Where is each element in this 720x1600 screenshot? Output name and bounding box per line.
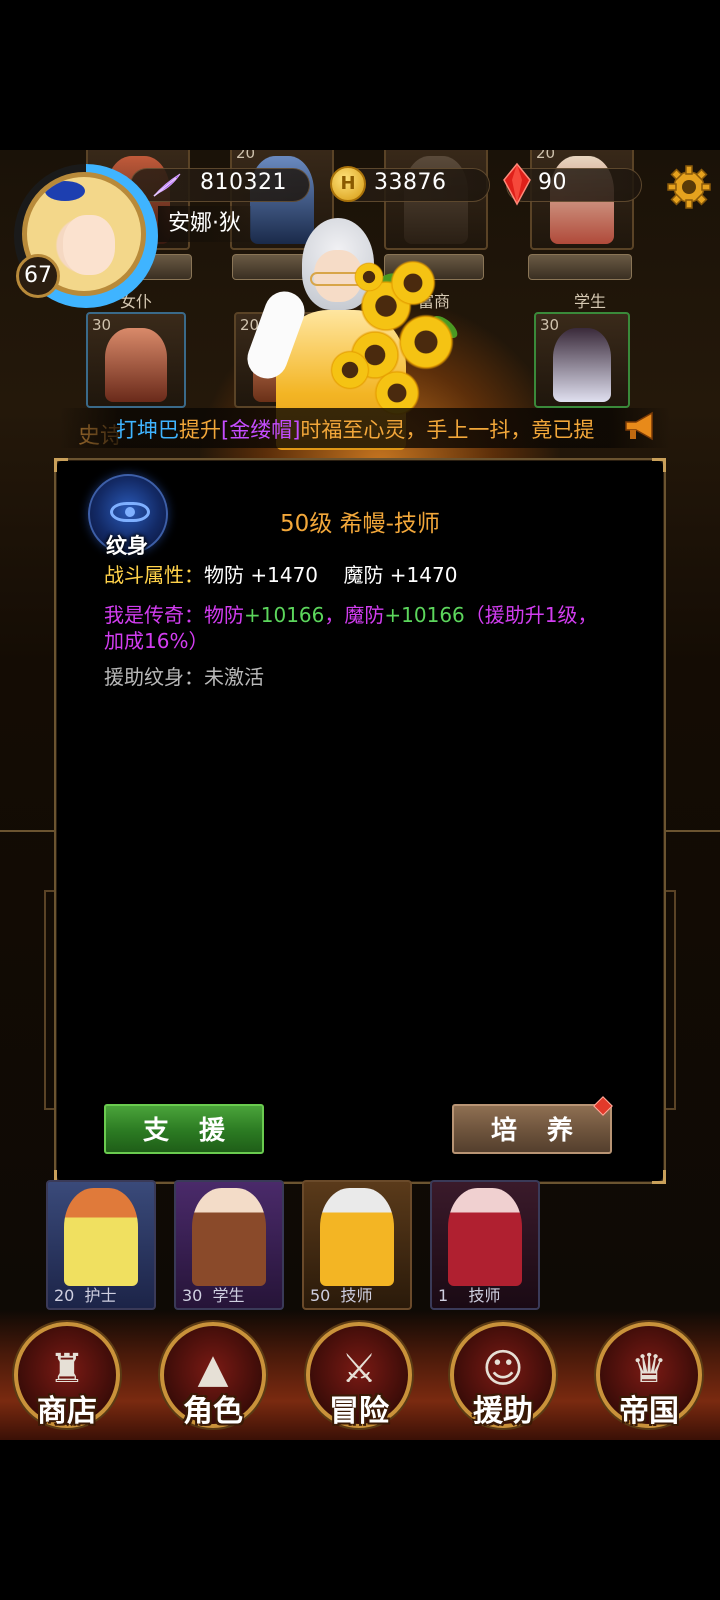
dialog-title: 50级 希幔-技师 — [280, 511, 440, 537]
roster-card-technician-1[interactable]: 1 技师 — [430, 1180, 540, 1310]
nav-shop-button[interactable]: ♜ 商店 — [14, 1322, 120, 1429]
cultivate-button[interactable]: 培养 — [452, 1104, 612, 1154]
legend-mdef-value: +10166 — [384, 603, 465, 627]
marquee-rest: 时福至心灵，手上一抖，竟已提 — [300, 418, 595, 442]
character-figure — [105, 328, 167, 402]
roster-caption: 50 技师 — [310, 1286, 373, 1305]
marquee-action: 提升 — [179, 418, 221, 442]
corner-ornament — [54, 458, 68, 472]
gear-icon[interactable] — [666, 164, 712, 210]
nav-adventure-button[interactable]: ⚔ 冒险 — [306, 1322, 412, 1429]
feather-value: 810321 — [200, 170, 287, 195]
bg-card-maid-2[interactable]: 30 — [86, 312, 186, 408]
nav-label: 角色 — [183, 1394, 243, 1429]
player-name: 安娜·狄 — [158, 206, 251, 242]
roster-caption: 1 技师 — [438, 1286, 501, 1305]
character-figure — [192, 1188, 266, 1286]
legend-separator: ， — [324, 603, 345, 627]
top-hud: 810321 H 33876 90 67 安娜·狄 — [0, 150, 720, 308]
assist-tattoo-line: 援助纹身：未激活 — [104, 664, 264, 690]
bg-card-schoolgirl[interactable]: 30 — [534, 312, 630, 408]
sunflower — [330, 350, 370, 390]
battle-attributes-line: 战斗属性：物防 +1470 魔防 +1470 — [104, 562, 457, 588]
announcement-marquee: 打坤巴提升[金缕帽]时福至心灵，手上一抖，竟已提 — [60, 408, 670, 448]
side-frame-right — [660, 830, 720, 870]
sunflower — [398, 314, 454, 370]
character-figure — [448, 1188, 522, 1286]
coin-value: 33876 — [374, 170, 447, 195]
legend-pdef-label: 物防 — [204, 603, 244, 627]
corner-ornament — [652, 458, 666, 472]
hair-bow — [45, 181, 85, 201]
legend-label: 我是传奇： — [104, 603, 204, 627]
roster-card-student[interactable]: 30 学生 — [174, 1180, 284, 1310]
bottom-navigation: ♜ 商店 ▲ 角色 ⚔ 冒险 ☺ 援助 ♛ 帝国 — [0, 1310, 720, 1440]
card-level: 30 — [540, 316, 560, 334]
marquee-item: [金缕帽] — [221, 418, 301, 442]
corner-ornament — [652, 1170, 666, 1184]
nav-label: 援助 — [473, 1394, 533, 1429]
nav-assist-button[interactable]: ☺ 援助 — [450, 1322, 556, 1429]
legend-pdef-value: +10166 — [244, 603, 325, 627]
battle-attributes-value: 物防 +1470 魔防 +1470 — [204, 563, 458, 587]
legend-mdef-label: 魔防 — [344, 603, 385, 627]
roster-card-nurse[interactable]: 20 护士 — [46, 1180, 156, 1310]
nav-label: 冒险 — [329, 1394, 389, 1429]
player-level-badge: 67 — [16, 254, 60, 298]
gem-value: 90 — [538, 170, 567, 195]
card-level: 30 — [92, 316, 112, 334]
red-gem-icon — [503, 162, 531, 206]
assist-tattoo-value: 未激活 — [204, 665, 264, 689]
marquee-player: 打坤巴 — [116, 418, 179, 442]
roster-card-technician-50[interactable]: 50 技师 — [302, 1180, 412, 1310]
marquee-text: 打坤巴提升[金缕帽]时福至心灵，手上一抖，竟已提 — [116, 414, 594, 444]
support-button[interactable]: 支援 — [104, 1104, 264, 1154]
avatar-face — [63, 215, 115, 275]
purple-feather-icon — [153, 173, 181, 197]
megaphone-icon[interactable] — [622, 410, 660, 442]
character-figure — [320, 1188, 394, 1286]
nav-character-button[interactable]: ▲ 角色 — [160, 1322, 266, 1429]
nav-label: 商店 — [37, 1394, 97, 1429]
assist-tattoo-label: 援助纹身： — [104, 665, 204, 689]
side-frame-left — [0, 830, 60, 870]
roster-caption: 20 护士 — [54, 1286, 117, 1305]
roster-caption: 30 学生 — [182, 1286, 245, 1305]
legend-bonus-line: 我是传奇：物防+10166，魔防+10166（援助升1级，加成16%） — [104, 602, 614, 654]
gold-coin-icon: H — [330, 166, 366, 202]
battle-attributes-label: 战斗属性： — [104, 563, 204, 587]
tattoo-detail-dialog: 纹身 50级 希幔-技师 战斗属性：物防 +1470 魔防 +1470 我是传奇… — [54, 458, 666, 1184]
character-figure — [64, 1188, 138, 1286]
nav-empire-button[interactable]: ♛ 帝国 — [596, 1322, 702, 1429]
character-figure — [552, 328, 612, 402]
nav-label: 帝国 — [619, 1394, 679, 1429]
